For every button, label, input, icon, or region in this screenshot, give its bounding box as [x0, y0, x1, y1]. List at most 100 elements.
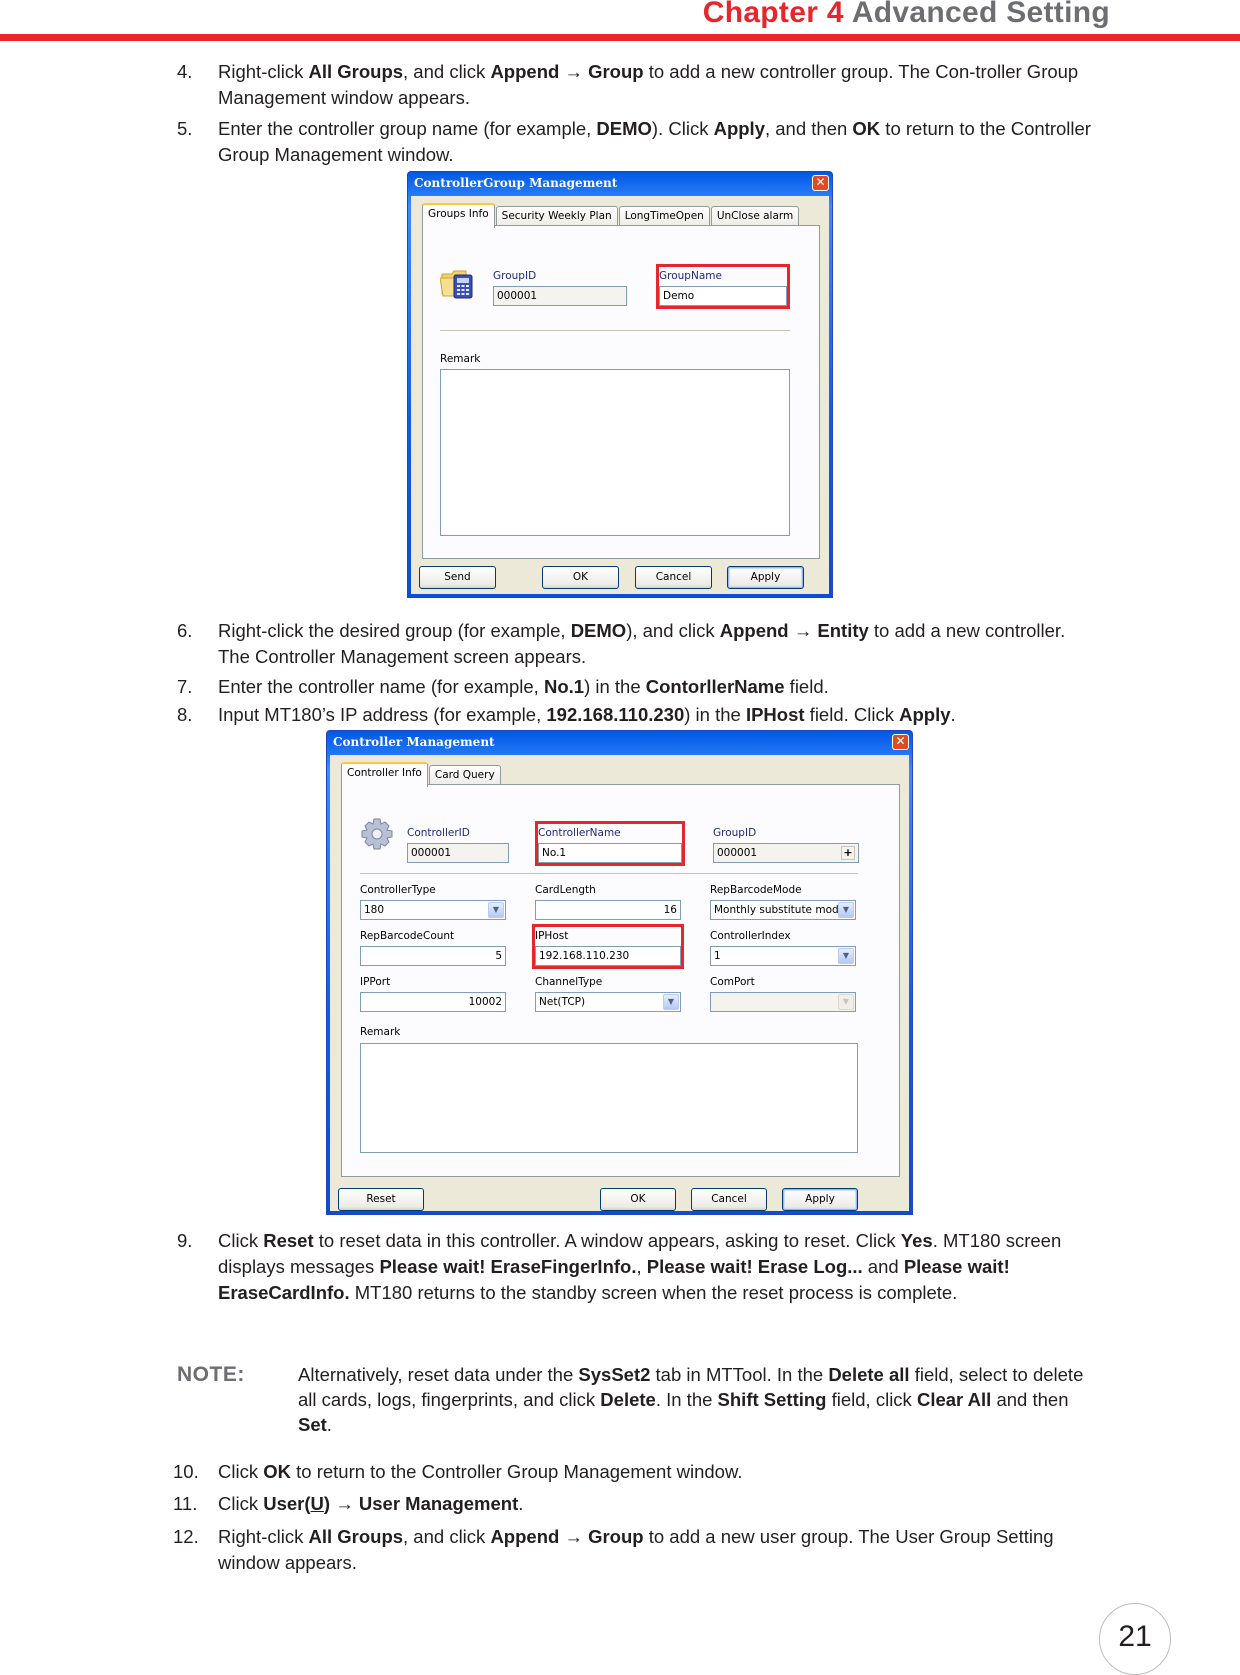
close-button[interactable]: ✕	[812, 175, 829, 191]
group-id-field[interactable]: 000001	[493, 286, 627, 306]
step-number: 11.	[173, 1493, 198, 1514]
controller-management-window: Controller Management ✕ Controller Info …	[326, 730, 913, 1215]
cancel-button[interactable]: Cancel	[691, 1188, 767, 1211]
window-client: Controller Info Card Query ControllerID …	[330, 755, 909, 1211]
card-length-label: CardLength	[535, 884, 596, 896]
chapter-title: Advanced Setting	[851, 0, 1110, 29]
tab-strip: Controller Info Card Query	[341, 762, 502, 787]
step-5: 5. Enter the controller group name (for …	[177, 116, 1097, 168]
tab-controller-info[interactable]: Controller Info	[341, 762, 428, 787]
step-8: 8. Input MT180’s IP address (for example…	[177, 702, 1097, 728]
controller-index-select[interactable]: 1 ▼	[710, 946, 856, 966]
chevron-down-icon: ▼	[838, 994, 854, 1010]
step-11: 11. Click User(U) → User Management.	[173, 1491, 1097, 1517]
ok-button[interactable]: OK	[600, 1188, 676, 1211]
window-title: ControllerGroup Management	[414, 176, 618, 190]
header-rule	[0, 34, 1240, 41]
controller-info-panel: ControllerID 000001 ControllerName No.1 …	[341, 784, 900, 1177]
com-port-select[interactable]: ▼	[710, 992, 856, 1012]
reset-button[interactable]: Reset	[338, 1188, 424, 1211]
groups-info-panel: GroupID 000001 GroupName Demo Remark	[422, 225, 820, 559]
step-12: 12. Right-click All Groups, and click Ap…	[173, 1524, 1097, 1576]
cancel-button[interactable]: Cancel	[635, 566, 712, 589]
remark-textarea[interactable]	[440, 369, 790, 536]
com-port-label: ComPort	[710, 976, 755, 988]
channel-type-value: Net(TCP)	[539, 996, 586, 1008]
step-number: 9.	[177, 1230, 193, 1251]
chevron-down-icon[interactable]: ▼	[488, 902, 504, 918]
highlight-box	[535, 821, 685, 866]
remark-label: Remark	[360, 1026, 401, 1038]
step-9: 9. Click Reset to reset data in this con…	[177, 1228, 1097, 1306]
tab-card-query[interactable]: Card Query	[428, 765, 501, 786]
step-text: Right-click All Groups, and click Append…	[218, 1526, 1054, 1573]
controller-type-value: 180	[364, 904, 385, 916]
step-10: 10. Click OK to return to the Controller…	[173, 1459, 1097, 1485]
rep-barcode-count-field[interactable]: 5	[360, 946, 506, 966]
window-titlebar[interactable]: ControllerGroup Management ✕	[408, 172, 832, 196]
step-6: 6. Right-click the desired group (for ex…	[177, 618, 1097, 670]
divider	[440, 330, 790, 332]
close-button[interactable]: ✕	[892, 734, 909, 750]
step-number: 10.	[173, 1461, 199, 1482]
group-id-label: GroupID	[713, 827, 757, 839]
step-number: 7.	[177, 676, 193, 697]
controller-id-label: ControllerID	[407, 827, 470, 839]
step-text: Click User(U) → User Management.	[218, 1493, 524, 1514]
chevron-down-icon[interactable]: ▼	[838, 902, 854, 918]
step-number: 4.	[177, 61, 193, 82]
rep-barcode-mode-select[interactable]: Monthly substitute mode ▼	[710, 900, 856, 920]
divider	[360, 873, 858, 875]
rep-barcode-mode-value: Monthly substitute mode	[714, 904, 846, 916]
controller-type-select[interactable]: 180 ▼	[360, 900, 506, 920]
tab-strip: Groups Info Security Weekly Plan LongTim…	[422, 203, 800, 228]
step-number: 5.	[177, 118, 193, 139]
step-text: Enter the controller name (for example, …	[218, 676, 829, 697]
remark-label: Remark	[440, 353, 481, 365]
step-text: Input MT180’s IP address (for example, 1…	[218, 704, 956, 725]
chevron-down-icon[interactable]: ▼	[663, 994, 679, 1010]
step-number: 8.	[177, 704, 193, 725]
controller-index-label: ControllerIndex	[710, 930, 791, 942]
plus-icon[interactable]: +	[841, 846, 855, 860]
page-number: 21	[1099, 1603, 1171, 1675]
tab-longtimeopen[interactable]: LongTimeOpen	[618, 206, 710, 227]
group-id-label: GroupID	[493, 270, 537, 282]
controller-id-field[interactable]: 000001	[407, 843, 509, 863]
step-number: 6.	[177, 620, 193, 641]
tab-unclose-alarm[interactable]: UnClose alarm	[710, 206, 800, 227]
controller-index-value: 1	[714, 950, 721, 962]
rep-barcode-mode-label: RepBarcodeMode	[710, 884, 802, 896]
chevron-down-icon[interactable]: ▼	[838, 948, 854, 964]
send-button[interactable]: Send	[419, 566, 496, 589]
highlight-box	[532, 924, 684, 969]
group-id-field[interactable]: 000001 +	[713, 843, 859, 863]
step-text: Click Reset to reset data in this contro…	[218, 1230, 1062, 1303]
card-length-field[interactable]: 16	[535, 900, 681, 920]
controller-type-label: ControllerType	[360, 884, 436, 896]
remark-textarea[interactable]	[360, 1043, 858, 1153]
apply-button[interactable]: Apply	[727, 566, 804, 589]
folder-calculator-icon	[440, 270, 473, 299]
step-7: 7. Enter the controller name (for exampl…	[177, 674, 1097, 700]
apply-button[interactable]: Apply	[782, 1188, 858, 1211]
ip-port-field[interactable]: 10002	[360, 992, 506, 1012]
controller-group-management-window: ControllerGroup Management ✕ Groups Info…	[407, 171, 833, 598]
tab-security-weekly-plan[interactable]: Security Weekly Plan	[495, 206, 618, 227]
step-text: Right-click the desired group (for examp…	[218, 620, 1066, 667]
highlight-box	[656, 264, 790, 309]
window-client: Groups Info Security Weekly Plan LongTim…	[411, 196, 829, 594]
window-titlebar[interactable]: Controller Management ✕	[327, 731, 912, 755]
step-text: Right-click All Groups, and click Append…	[218, 61, 1079, 108]
step-4: 4. Right-click All Groups, and click App…	[177, 59, 1097, 111]
chapter-header: Chapter 4 Advanced Setting	[703, 0, 1110, 30]
ok-button[interactable]: OK	[542, 566, 619, 589]
rep-barcode-count-label: RepBarcodeCount	[360, 930, 455, 942]
group-id-value: 000001	[717, 847, 758, 859]
tab-groups-info[interactable]: Groups Info	[422, 203, 495, 228]
gear-icon	[361, 818, 393, 850]
step-number: 12.	[173, 1526, 199, 1547]
note-text: Alternatively, reset data under the SysS…	[298, 1364, 1084, 1435]
note: NOTE: Alternatively, reset data under th…	[177, 1362, 1097, 1437]
channel-type-select[interactable]: Net(TCP) ▼	[535, 992, 681, 1012]
